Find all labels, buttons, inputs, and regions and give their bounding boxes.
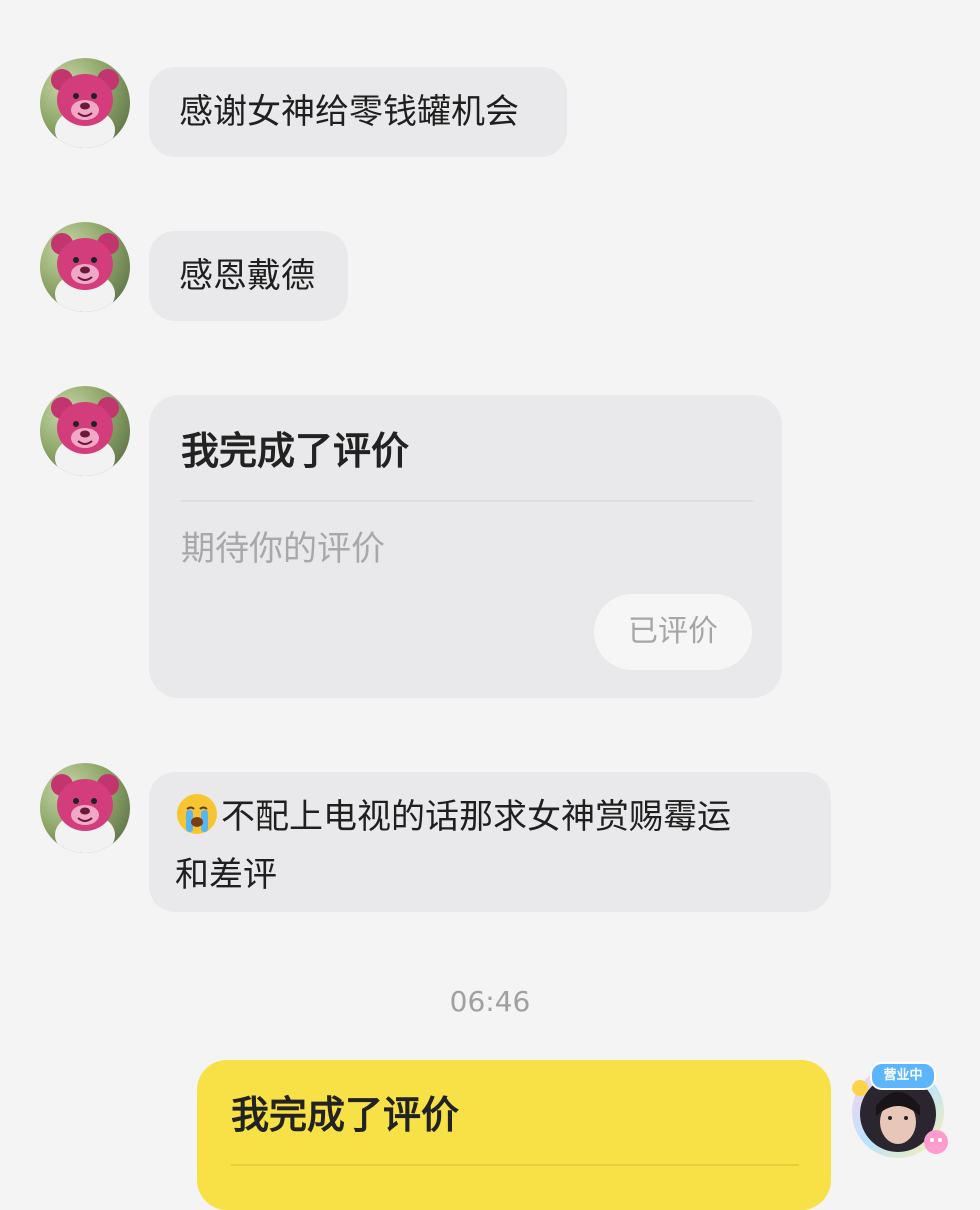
self-review-card[interactable]: 我完成了评价 [197,1060,831,1210]
message-bubble[interactable]: 感谢女神给零钱罐机会 [149,67,567,157]
contact-avatar[interactable] [40,386,130,476]
chat-thread: 感谢女神给零钱罐机会 感恩戴德 我完成了评价 期待你的评价 已评价 不配上电视的… [0,0,980,1210]
card-title: 我完成了评价 [181,429,410,473]
timestamp: 06:46 [449,985,531,1018]
message-bubble[interactable]: 不配上电视的话那求女神赏赐霉运 和差评 [149,772,831,912]
reviewed-button[interactable]: 已评价 [594,594,752,670]
message-text: 感谢女神给零钱罐机会 [179,92,519,132]
self-card-divider [231,1164,799,1166]
contact-avatar[interactable] [40,763,130,853]
card-subtitle: 期待你的评价 [181,529,385,569]
card-divider [181,500,753,502]
contact-avatar[interactable] [40,58,130,148]
review-card[interactable]: 我完成了评价 期待你的评价 已评价 [149,395,782,698]
self-avatar[interactable]: 营业中 [846,1056,950,1160]
status-badge-text: 营业中 [883,1068,923,1083]
message-text: 不配上电视的话那求女神赏赐霉运 [221,797,731,837]
message-bubble[interactable]: 感恩戴德 [149,231,348,321]
message-text-line2: 和差评 [175,855,277,895]
loudly-crying-face-icon [175,792,219,850]
message-line: 不配上电视的话那求女神赏赐霉运 [175,792,805,850]
status-badge: 营业中 [870,1062,936,1090]
contact-avatar[interactable] [40,222,130,312]
message-text: 感恩戴德 [179,256,315,296]
self-card-title: 我完成了评价 [231,1093,460,1137]
